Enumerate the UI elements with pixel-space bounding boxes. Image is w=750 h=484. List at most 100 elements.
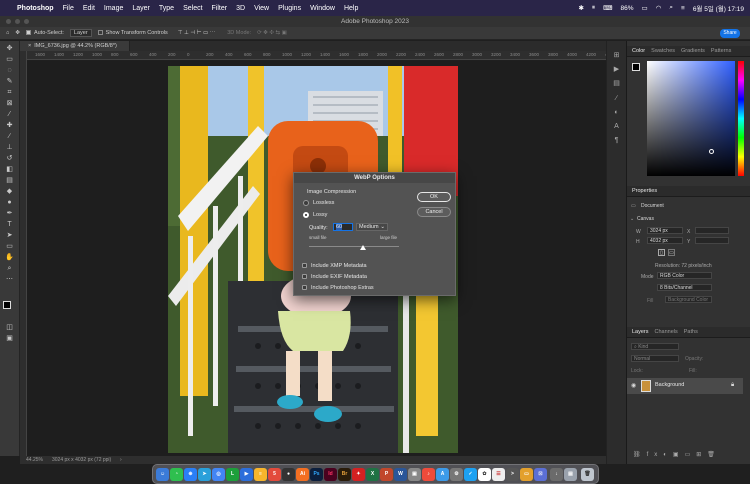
wifi-icon[interactable]: ◠	[656, 4, 662, 12]
keyboard-icon[interactable]: ⌨	[603, 4, 612, 12]
eraser-tool[interactable]: ◧	[4, 165, 15, 175]
quick-mask-icon[interactable]: ◫	[4, 323, 15, 333]
cancel-button[interactable]: Cancel	[417, 207, 451, 217]
comments-panel-icon[interactable]: ▤	[611, 79, 622, 89]
document-tab[interactable]: × IMG_6736.jpg @ 44.2% (RGB/8*)	[20, 41, 130, 51]
layer-row-background[interactable]: ◉ Background 🔒︎	[627, 378, 743, 394]
lossless-label[interactable]: Lossless	[313, 200, 334, 206]
horizontal-ruler[interactable]: 1600 1400 1200 1000 800 600 400 200 0 200 400 600 80…	[27, 51, 606, 60]
bridge-icon[interactable]: Br	[338, 468, 351, 481]
tab-channels[interactable]: Channels	[654, 329, 679, 335]
zoom-tool[interactable]: ⌕	[4, 264, 15, 274]
bluetooth-icon[interactable]: ✱	[578, 4, 583, 12]
folder-icon[interactable]: ▭	[520, 468, 533, 481]
move-tool[interactable]: ✥	[4, 44, 15, 54]
history-panel-icon[interactable]: ⊞	[611, 51, 622, 61]
paragraph-panel-icon[interactable]: ¶	[611, 136, 622, 146]
powerpoint-icon[interactable]: P	[380, 468, 393, 481]
finder-icon[interactable]: ☺	[156, 468, 169, 481]
include-photoshop-extras-label[interactable]: Include Photoshop Extras	[311, 285, 374, 291]
menu-select[interactable]: Select	[183, 5, 202, 12]
tab-gradients[interactable]: Gradients	[680, 48, 706, 54]
tab-color[interactable]: Color	[631, 48, 646, 54]
mode-dropdown[interactable]: RGB Color	[657, 272, 712, 279]
system-settings-icon[interactable]: ⚙	[450, 468, 463, 481]
illustrator-icon[interactable]: Ai	[296, 468, 309, 481]
spotlight-icon[interactable]: ⌕	[669, 4, 673, 12]
include-xmp-label[interactable]: Include XMP Metadata	[311, 263, 367, 269]
brush-tool[interactable]: ∕	[4, 132, 15, 142]
zoom-window-button[interactable]	[24, 19, 29, 24]
quality-slider-thumb[interactable]	[360, 245, 366, 250]
move-tool-icon[interactable]: ✥	[15, 30, 20, 36]
hand-tool[interactable]: ✋	[4, 253, 15, 263]
excel-icon[interactable]: X	[366, 468, 379, 481]
indesign-icon[interactable]: Id	[324, 468, 337, 481]
pause-icon[interactable]: ⏸	[592, 4, 595, 12]
color-picker-field[interactable]	[647, 61, 735, 176]
blend-mode-dropdown[interactable]: Normal	[631, 355, 679, 362]
screen-mode-icon[interactable]: ▣	[4, 334, 15, 344]
shape-tool[interactable]: ▭	[4, 242, 15, 252]
frame-tool[interactable]: ⊠	[4, 99, 15, 109]
screenshot-icon[interactable]: ⊡	[534, 468, 547, 481]
3d-mode-icons[interactable]: ⟳ ✥ ✣ ⇆ ▣	[257, 30, 287, 36]
hue-slider[interactable]	[738, 61, 744, 176]
color-panel-fg-swatch[interactable]	[632, 63, 640, 71]
x-input[interactable]	[695, 227, 729, 234]
include-exif-label[interactable]: Include EXIF Metadata	[311, 274, 367, 280]
menubar-clock[interactable]: 6월 5일 (월) 17:19	[693, 3, 744, 13]
eye-icon[interactable]: ◉	[631, 382, 636, 389]
messages-icon[interactable]: ◔	[170, 468, 183, 481]
calendar-icon[interactable]: 5	[268, 468, 281, 481]
menu-edit[interactable]: Edit	[83, 5, 95, 12]
close-window-button[interactable]	[6, 19, 11, 24]
tab-swatches[interactable]: Swatches	[650, 48, 676, 54]
bit-depth-dropdown[interactable]: 8 Bits/Channel	[657, 284, 712, 291]
music-icon[interactable]: ♪	[422, 468, 435, 481]
menu-plugins[interactable]: Plugins	[278, 5, 301, 12]
crop-tool[interactable]: ⌗	[4, 88, 15, 98]
y-input[interactable]	[695, 237, 729, 244]
lossless-radio[interactable]	[303, 200, 309, 206]
lossy-label[interactable]: Lossy	[313, 212, 327, 218]
quality-input[interactable]: 60	[333, 223, 353, 231]
history-brush-tool[interactable]: ↺	[4, 154, 15, 164]
preview-icon[interactable]: ▣	[408, 468, 421, 481]
tab-properties[interactable]: Properties	[631, 188, 658, 194]
trash-icon[interactable]: 🗑︎	[581, 468, 594, 481]
auto-select-dropdown[interactable]: Layer	[69, 29, 92, 37]
blur-tool[interactable]: ◆	[4, 187, 15, 197]
fill-dropdown[interactable]: Background Color	[665, 296, 712, 303]
width-input[interactable]: 3024 px	[647, 227, 683, 234]
vertical-ruler[interactable]	[20, 51, 27, 456]
menu-type[interactable]: Type	[159, 5, 174, 12]
brush-panel-icon[interactable]: ∕	[611, 94, 622, 104]
foreground-color-swatch[interactable]	[3, 301, 11, 309]
type-tool[interactable]: T	[4, 220, 15, 230]
lasso-tool[interactable]: ◌	[4, 66, 15, 76]
landscape-icon[interactable]: ▭	[668, 249, 675, 256]
character-panel-icon[interactable]: A	[611, 122, 622, 132]
layer-kind-filter[interactable]: ⌕ Kind	[631, 343, 679, 350]
stamp-tool[interactable]: ⊥	[4, 143, 15, 153]
menu-layer[interactable]: Layer	[132, 5, 150, 12]
healing-tool[interactable]: ✚	[4, 121, 15, 131]
path-select-tool[interactable]: ➤	[4, 231, 15, 241]
layer-actions-icons[interactable]: ⛓fx◐▣▭⊞🗑︎	[633, 451, 721, 458]
adjust-panel-icon[interactable]: ◐	[611, 108, 622, 118]
layer-name[interactable]: Background	[655, 382, 684, 388]
notes-icon[interactable]: ≡	[254, 468, 267, 481]
menu-window[interactable]: Window	[310, 5, 335, 12]
menu-file[interactable]: File	[63, 5, 74, 12]
zoom-level[interactable]: 44.25%	[26, 456, 43, 464]
terminal-icon[interactable]: >	[506, 468, 519, 481]
include-xmp-checkbox[interactable]	[302, 263, 307, 268]
app-menu[interactable]: Photoshop	[17, 5, 54, 12]
lossy-radio[interactable]	[303, 212, 309, 218]
menu-filter[interactable]: Filter	[212, 5, 228, 12]
safari-icon[interactable]: ⊕	[184, 468, 197, 481]
menu-view[interactable]: View	[254, 5, 269, 12]
actions-panel-icon[interactable]: ▶	[611, 65, 622, 75]
gradient-tool[interactable]: ▤	[4, 176, 15, 186]
